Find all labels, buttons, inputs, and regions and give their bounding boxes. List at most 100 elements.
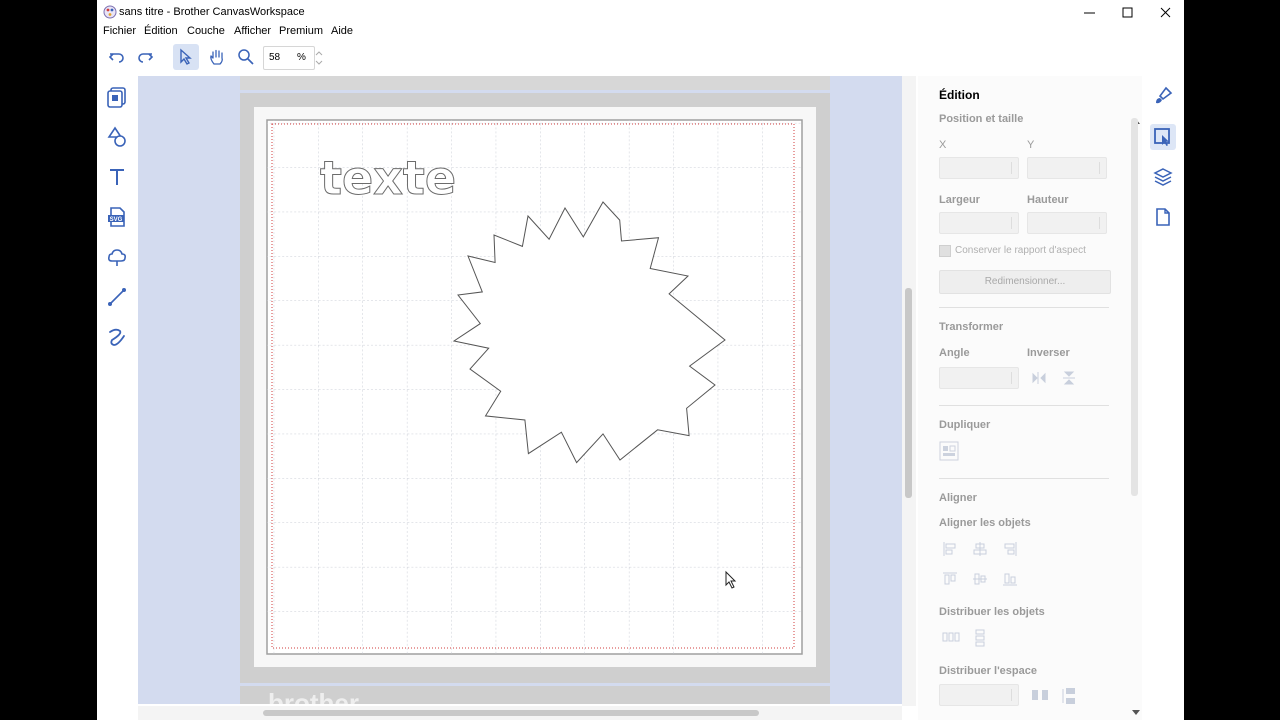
- freehand-tool-button[interactable]: [104, 324, 130, 350]
- zoom-input[interactable]: 58 %: [263, 46, 323, 70]
- mat-top-previous: [240, 76, 830, 90]
- align-section-title: Aligner: [939, 492, 977, 504]
- space-horizontal-icon[interactable]: [1031, 687, 1049, 703]
- mat-brand-text: brother: [268, 688, 359, 704]
- angle-label: Angle: [939, 347, 970, 359]
- distribute-space-label: Distribuer l'espace: [939, 665, 1037, 677]
- distribute-vertical-icon[interactable]: [972, 629, 988, 647]
- tracing-icon: [108, 249, 126, 266]
- align-bottom-icon[interactable]: [1002, 571, 1018, 587]
- shapes-icon: [107, 126, 126, 147]
- angle-input[interactable]: [939, 367, 1019, 389]
- canvas-horizontal-scrollbar[interactable]: [138, 706, 902, 720]
- minimize-button[interactable]: [1070, 0, 1108, 24]
- divider: [939, 307, 1109, 308]
- window-title: sans titre - Brother CanvasWorkspace: [119, 6, 305, 18]
- tab-edit[interactable]: [1150, 124, 1176, 150]
- x-input[interactable]: [939, 157, 1019, 179]
- panel-scrollbar-thumb[interactable]: [1131, 118, 1138, 496]
- brush-icon: [1156, 86, 1173, 104]
- x-label: X: [939, 139, 947, 151]
- right-tab-bar: [1142, 76, 1184, 720]
- svg-import-button[interactable]: SVG: [104, 204, 130, 230]
- tab-page[interactable]: [1150, 204, 1176, 230]
- canvas-sample-text: texte: [320, 151, 456, 205]
- redo-button[interactable]: [132, 44, 158, 70]
- line-tool-button[interactable]: [104, 284, 130, 310]
- menu-bar: Fichier Édition Couche Afficher Premium …: [97, 24, 1184, 42]
- height-label: Hauteur: [1027, 194, 1069, 206]
- tab-layers[interactable]: [1150, 164, 1176, 190]
- left-toolbar: SVG: [97, 76, 137, 720]
- text-tool-button[interactable]: [104, 164, 130, 190]
- svg-file-icon: SVG: [108, 207, 125, 227]
- app-window: sans titre - Brother CanvasWorkspace Fic…: [97, 0, 1184, 720]
- align-left-icon[interactable]: [942, 541, 958, 557]
- hand-tool-button[interactable]: [204, 44, 230, 70]
- zoom-tool-button[interactable]: [233, 44, 259, 70]
- cloud-tool-button[interactable]: [104, 244, 130, 270]
- zoom-value: 58: [269, 52, 281, 63]
- undo-icon: [108, 53, 124, 63]
- align-right-icon[interactable]: [1002, 541, 1018, 557]
- menu-couche[interactable]: Couche: [187, 25, 225, 37]
- menu-premium[interactable]: Premium: [279, 25, 323, 37]
- flip-horizontal-icon[interactable]: [1031, 370, 1047, 386]
- height-input[interactable]: [1027, 212, 1107, 234]
- flip-vertical-icon[interactable]: [1061, 370, 1077, 386]
- panel-scroll-down-icon[interactable]: [1132, 710, 1140, 716]
- freehand-icon: [109, 328, 125, 346]
- zoom-stepper-icon[interactable]: [314, 48, 324, 68]
- distribute-horizontal-icon[interactable]: [942, 629, 960, 645]
- keep-ratio-checkbox[interactable]: [939, 245, 951, 257]
- align-middle-icon[interactable]: [972, 571, 988, 587]
- canvas-vertical-scrollbar[interactable]: [902, 76, 916, 706]
- pattern-library-icon: [107, 87, 126, 108]
- select-tool-button[interactable]: [173, 44, 199, 70]
- title-bar: sans titre - Brother CanvasWorkspace: [97, 0, 1184, 24]
- edit-panel: Édition Position et taille X Y Largeur H…: [918, 76, 1142, 720]
- app-logo-icon: [103, 5, 117, 19]
- menu-aide[interactable]: Aide: [331, 25, 353, 37]
- keep-ratio-label: Conserver le rapport d'aspect: [955, 245, 1086, 256]
- align-objects-label: Aligner les objets: [939, 517, 1031, 529]
- position-section-title: Position et taille: [939, 113, 1024, 125]
- toolbar: 58 %: [97, 42, 1184, 74]
- width-label: Largeur: [939, 194, 980, 206]
- pattern-tool-button[interactable]: [104, 84, 130, 110]
- undo-button[interactable]: [104, 44, 130, 70]
- divider: [939, 405, 1109, 406]
- duplicate-icon[interactable]: [939, 441, 959, 461]
- menu-afficher[interactable]: Afficher: [234, 25, 271, 37]
- y-label: Y: [1027, 139, 1035, 151]
- layers-icon: [1153, 168, 1173, 186]
- shape-tool-button[interactable]: [104, 124, 130, 150]
- align-center-icon[interactable]: [972, 541, 988, 557]
- menu-edition[interactable]: Édition: [144, 25, 178, 37]
- maximize-button[interactable]: [1108, 0, 1146, 24]
- transform-section-title: Transformer: [939, 321, 1004, 333]
- distribute-space-input[interactable]: [939, 684, 1019, 706]
- hand-icon: [210, 49, 223, 65]
- redo-icon: [138, 53, 154, 63]
- canvas-drawing: texte brother: [240, 76, 830, 704]
- width-input[interactable]: [939, 212, 1019, 234]
- resize-button[interactable]: Redimensionner...: [939, 270, 1111, 294]
- vertical-scroll-thumb[interactable]: [905, 288, 912, 498]
- y-input[interactable]: [1027, 157, 1107, 179]
- edit-selection-icon: [1154, 128, 1170, 146]
- invert-label: Inverser: [1027, 347, 1070, 359]
- tab-attributes[interactable]: [1150, 83, 1176, 109]
- page-icon: [1156, 208, 1170, 226]
- menu-fichier[interactable]: Fichier: [103, 25, 136, 37]
- design-canvas[interactable]: texte brother: [138, 76, 902, 704]
- magnifier-icon: [238, 49, 254, 65]
- line-icon: [108, 288, 126, 306]
- text-icon: [110, 169, 124, 185]
- zoom-unit: %: [297, 52, 306, 63]
- align-top-icon[interactable]: [942, 571, 958, 587]
- close-button[interactable]: [1146, 0, 1184, 24]
- divider: [939, 478, 1109, 479]
- space-vertical-icon[interactable]: [1061, 687, 1077, 705]
- horizontal-scroll-thumb[interactable]: [263, 710, 759, 716]
